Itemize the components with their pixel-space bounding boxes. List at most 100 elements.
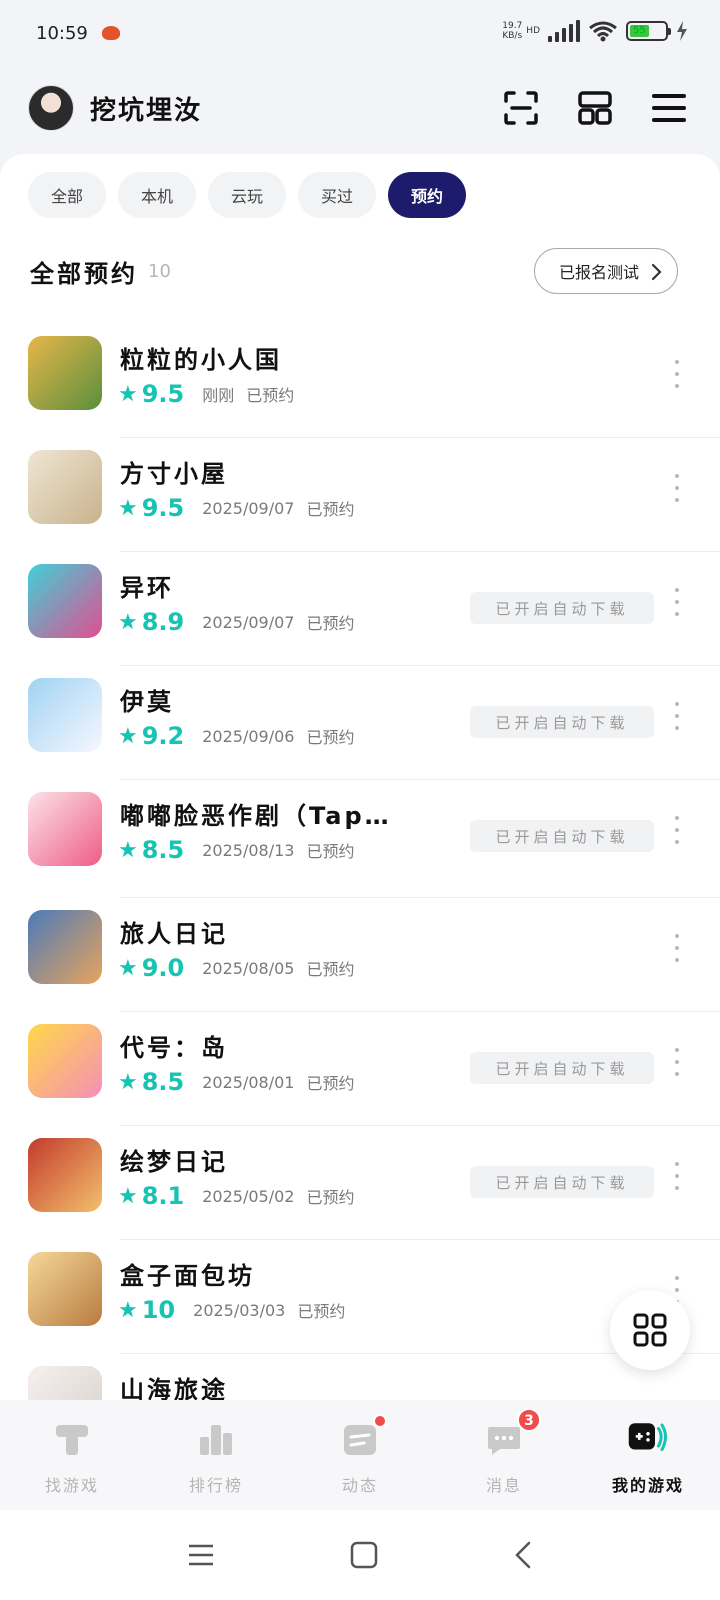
recent-apps-icon[interactable] xyxy=(187,1543,215,1567)
more-icon[interactable] xyxy=(672,468,682,508)
reserve-date: 刚刚 xyxy=(202,386,235,405)
game-score: 8.1 xyxy=(141,1182,185,1210)
game-score: 8.5 xyxy=(141,836,185,864)
nav-my-games[interactable]: 我的游戏 xyxy=(576,1400,720,1510)
game-meta: ★ 8.5 2025/08/01 已预约 xyxy=(118,1068,354,1096)
star-icon: ★ xyxy=(118,955,138,981)
scan-icon[interactable] xyxy=(502,89,540,127)
game-icon[interactable] xyxy=(28,678,102,752)
reserve-status: 已预约 xyxy=(306,500,355,519)
more-icon[interactable] xyxy=(672,1156,682,1196)
game-icon[interactable] xyxy=(28,1366,102,1400)
game-icon[interactable] xyxy=(28,1252,102,1326)
more-icon[interactable] xyxy=(672,1042,682,1082)
game-name: 盒子面包坊 xyxy=(120,1262,255,1290)
game-row[interactable]: 粒粒的小人国 ★ 9.5 刚刚 已预约 xyxy=(0,324,720,438)
game-row[interactable]: 嘟嘟脸恶作剧（Tap… ★ 8.5 2025/08/13 已预约 已开启自动下载 xyxy=(0,780,720,898)
reserve-date: 2025/05/02 xyxy=(202,1186,295,1206)
tab-reserved[interactable]: 预约 xyxy=(388,172,466,218)
network-type: HD xyxy=(526,26,540,36)
home-icon[interactable] xyxy=(350,1541,378,1569)
game-score: 8.9 xyxy=(141,608,185,636)
game-name: 异环 xyxy=(120,574,174,602)
game-meta: ★ 8.5 2025/08/13 已预约 xyxy=(118,836,354,864)
nav-messages[interactable]: 3 消息 xyxy=(432,1400,576,1510)
game-score: 9.5 xyxy=(141,494,185,522)
game-row[interactable]: 方寸小屋 ★ 9.5 2025/09/07 已预约 xyxy=(0,438,720,552)
reserve-status: 已预约 xyxy=(306,842,355,861)
reserve-status: 已预约 xyxy=(306,1074,355,1093)
reserve-date: 2025/08/01 xyxy=(202,1072,295,1092)
message-icon: 3 xyxy=(483,1408,541,1460)
game-name: 伊莫 xyxy=(120,688,174,716)
user-name[interactable]: 挖坑埋汝 xyxy=(90,90,202,127)
auto-download-tag: 已开启自动下载 xyxy=(470,1052,654,1084)
menu-icon[interactable] xyxy=(650,89,688,127)
more-icon[interactable] xyxy=(672,696,682,736)
game-meta: ★ 10 2025/03/03 已预约 xyxy=(118,1296,345,1324)
tab-local[interactable]: 本机 xyxy=(118,172,196,218)
game-meta: ★ 8.1 2025/05/02 已预约 xyxy=(118,1182,354,1210)
tab-purchased[interactable]: 买过 xyxy=(298,172,376,218)
battery-icon: 55 xyxy=(626,21,671,41)
feed-badge-dot xyxy=(373,1414,387,1428)
more-icon[interactable] xyxy=(672,582,682,622)
star-icon: ★ xyxy=(118,1069,138,1095)
signup-test-label: 已报名测试 xyxy=(558,263,639,282)
tab-all[interactable]: 全部 xyxy=(28,172,106,218)
nav-feed[interactable]: 动态 xyxy=(288,1400,432,1510)
nav-ranking[interactable]: 排行榜 xyxy=(144,1400,288,1510)
feed-icon xyxy=(339,1414,387,1460)
reserve-date: 2025/08/05 xyxy=(202,958,295,978)
game-meta: ★ 9.5 刚刚 已预约 xyxy=(118,380,294,408)
signup-test-button[interactable]: 已报名测试 xyxy=(533,248,678,294)
game-icon[interactable] xyxy=(28,792,102,866)
game-row[interactable]: 绘梦日记 ★ 8.1 2025/05/02 已预约 已开启自动下载 xyxy=(0,1126,720,1240)
game-name: 绘梦日记 xyxy=(120,1148,228,1176)
star-icon: ★ xyxy=(118,1297,138,1323)
chevron-right-icon xyxy=(651,263,662,281)
star-icon: ★ xyxy=(118,381,138,407)
game-icon[interactable] xyxy=(28,1024,102,1098)
game-meta: ★ 9.0 2025/08/05 已预约 xyxy=(118,954,354,982)
charging-icon xyxy=(677,21,687,41)
game-icon[interactable] xyxy=(28,564,102,638)
reserve-status: 已预约 xyxy=(306,728,355,747)
signal-icon xyxy=(548,20,580,42)
status-indicators: 19.7 KB/s HD 55 xyxy=(502,20,688,42)
reserve-date: 2025/03/03 xyxy=(193,1300,286,1320)
more-icon[interactable] xyxy=(672,354,682,394)
bottom-nav: 找游戏 排行榜 动态 3 消息 我的游戏 xyxy=(0,1400,720,1510)
game-row[interactable]: 代号：岛 ★ 8.5 2025/08/01 已预约 已开启自动下载 xyxy=(0,1012,720,1126)
find-game-icon xyxy=(51,1418,93,1460)
auto-download-tag: 已开启自动下载 xyxy=(470,820,654,852)
reserve-status: 已预约 xyxy=(246,386,295,405)
game-icon[interactable] xyxy=(28,910,102,984)
status-time: 10:59 xyxy=(36,22,88,44)
game-row[interactable]: 旅人日记 ★ 9.0 2025/08/05 已预约 xyxy=(0,898,720,1012)
back-icon[interactable] xyxy=(513,1541,533,1569)
game-icon[interactable] xyxy=(28,450,102,524)
nav-label: 找游戏 xyxy=(44,1476,99,1495)
my-games-icon xyxy=(627,1418,669,1460)
game-meta: ★ 8.9 2025/09/07 已预约 xyxy=(118,608,354,636)
game-row[interactable]: 山海旅途 xyxy=(0,1354,720,1400)
tab-cloud[interactable]: 云玩 xyxy=(208,172,286,218)
ranking-icon xyxy=(195,1418,237,1460)
nav-find-game[interactable]: 找游戏 xyxy=(0,1400,144,1510)
more-icon[interactable] xyxy=(672,928,682,968)
star-icon: ★ xyxy=(118,723,138,749)
game-icon[interactable] xyxy=(28,336,102,410)
game-name: 旅人日记 xyxy=(120,920,228,948)
game-score: 10 xyxy=(141,1296,176,1324)
avatar[interactable] xyxy=(28,85,74,131)
reserve-status: 已预约 xyxy=(306,960,355,979)
layout-grid-icon[interactable] xyxy=(576,89,614,127)
section-title: 全部预约 xyxy=(30,259,138,288)
more-icon[interactable] xyxy=(672,810,682,850)
floating-grid-button[interactable] xyxy=(610,1290,690,1370)
game-icon[interactable] xyxy=(28,1138,102,1212)
battery-level: 55 xyxy=(630,25,649,37)
game-row[interactable]: 异环 ★ 8.9 2025/09/07 已预约 已开启自动下载 xyxy=(0,552,720,666)
game-row[interactable]: 伊莫 ★ 9.2 2025/09/06 已预约 已开启自动下载 xyxy=(0,666,720,780)
